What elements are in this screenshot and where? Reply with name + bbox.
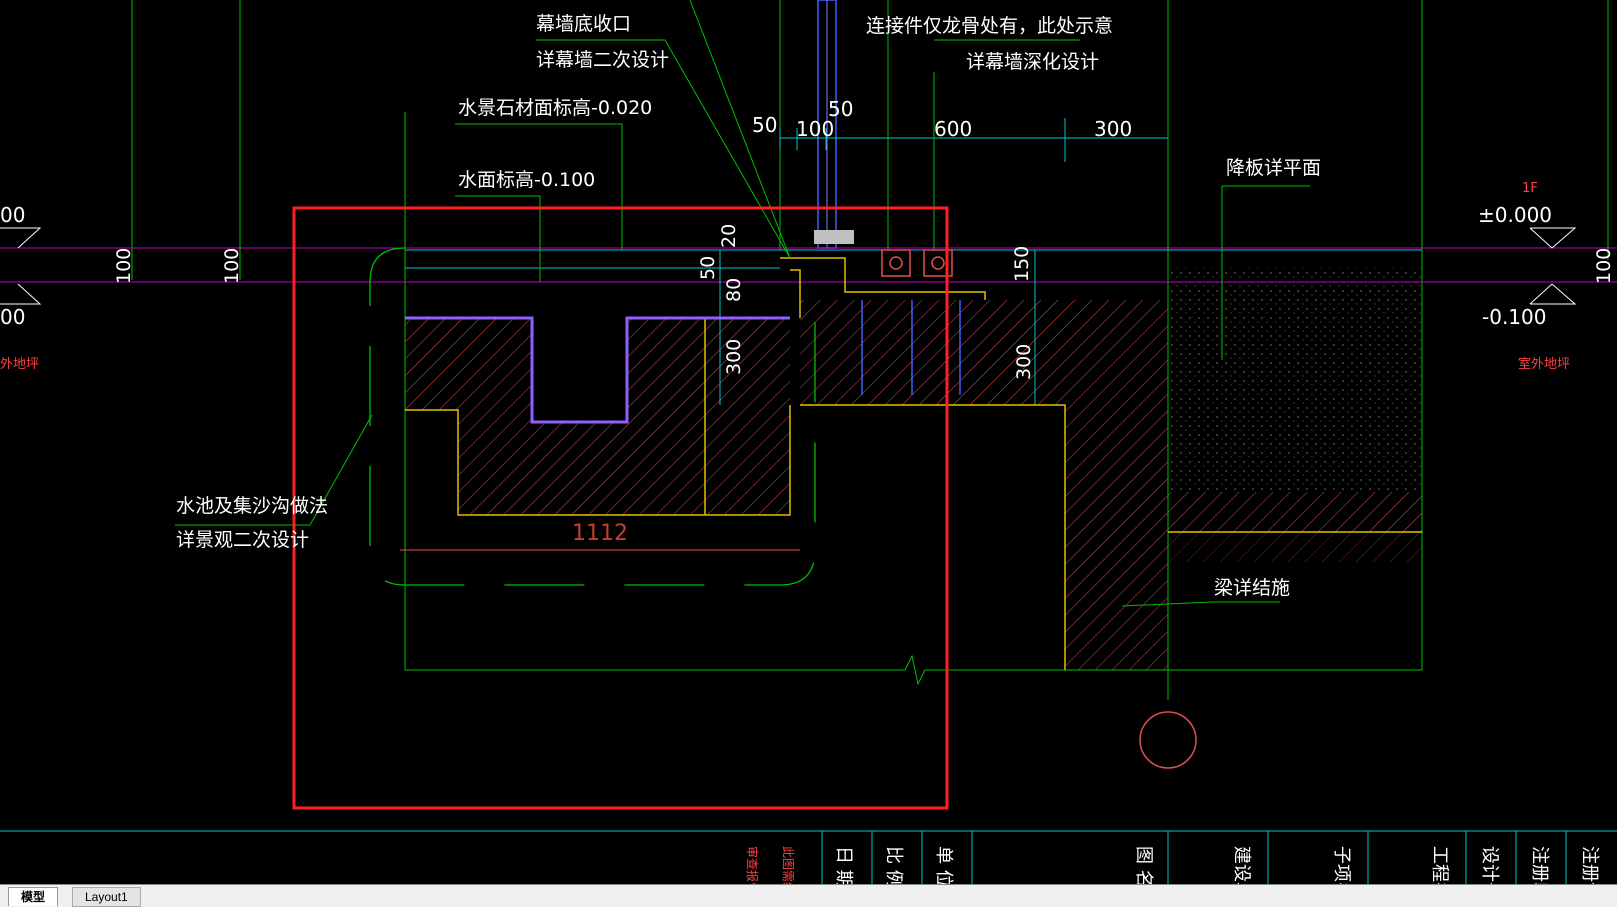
tb-approval-b: 此图需经 <box>781 846 795 884</box>
dim-300-top: 300 <box>1094 117 1132 141</box>
cad-drawing-canvas[interactable]: 幕墙底收口 详幕墙二次设计 连接件仅龙骨处有，此处示意 详幕墙深化设计 水景石材… <box>0 0 1617 884</box>
tb-date: 日 期 <box>833 846 854 884</box>
beam-detail-note: 梁详结施 <box>1214 577 1290 599</box>
pool-method-note: 水池及集沙沟做法 <box>176 495 328 517</box>
connector-sub-note: 详幕墙深化设计 <box>966 51 1099 73</box>
level-right-bottom: -0.100 <box>1482 305 1546 329</box>
floor-label-1f: 1F <box>1522 181 1538 196</box>
tb-approval-a: 审查报告 <box>745 846 760 884</box>
tb-reg-a: 注册印 <box>1529 846 1550 884</box>
tb-unit: 单 位 <box>933 846 954 884</box>
outdoor-ground-left: 外地坪 <box>0 357 39 372</box>
pool-method-sub-note: 详景观二次设计 <box>176 529 309 551</box>
dim-100: 100 <box>796 117 834 141</box>
tb-project: 工程名 <box>1429 846 1450 884</box>
level-right-top: ±0.000 <box>1478 203 1552 227</box>
tb-subitem: 子项名 <box>1331 846 1352 884</box>
layout-tab-bar: 模型 Layout1 <box>0 884 1617 907</box>
connector-note: 连接件仅龙骨处有，此处示意 <box>866 15 1113 37</box>
slab-drop-note: 降板详平面 <box>1226 157 1321 179</box>
stone-elevation-note: 水景石材面标高-0.020 <box>458 97 652 119</box>
dim-100-left-a: 100 <box>113 248 135 284</box>
curtain-bottom-sub-note: 详幕墙二次设计 <box>536 49 669 71</box>
curtain-bottom-note: 幕墙底收口 <box>536 13 631 35</box>
dim-600: 600 <box>934 117 972 141</box>
dim-100-right: 100 <box>1593 248 1615 284</box>
tb-reg-b: 注册证 <box>1579 846 1600 884</box>
tab-model[interactable]: 模型 <box>8 887 59 906</box>
dim-20: 20 <box>718 224 740 248</box>
tab-layout1[interactable]: Layout1 <box>72 887 141 907</box>
dim-50-a: 50 <box>752 113 777 137</box>
dim-300-right: 300 <box>1013 344 1035 380</box>
tb-scale: 比 例 <box>883 846 904 884</box>
tb-design-no: 设计号 <box>1479 846 1500 884</box>
level-left-top: 00 <box>0 203 25 227</box>
outdoor-ground-right: 室外地坪 <box>1518 356 1570 372</box>
water-elevation-note: 水面标高-0.100 <box>458 169 595 191</box>
dim-300-left: 300 <box>723 339 745 375</box>
dim-100-left-b: 100 <box>221 248 243 284</box>
dim-80: 80 <box>723 278 745 302</box>
level-left-bottom: 00 <box>0 305 25 329</box>
dim-150: 150 <box>1011 246 1033 282</box>
tb-drawing: 图 名 <box>1133 846 1154 884</box>
dim-1112: 1112 <box>572 521 628 546</box>
dim-50-v: 50 <box>697 256 719 280</box>
tb-building: 建设单 <box>1231 846 1252 884</box>
